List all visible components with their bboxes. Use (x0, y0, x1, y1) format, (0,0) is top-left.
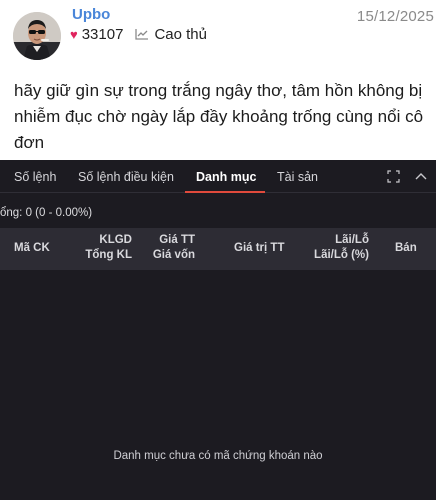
col-ma-ck[interactable]: Mã CK (14, 241, 50, 256)
col-gia-tt: Giá TT (159, 234, 195, 246)
chevron-up-icon[interactable] (414, 169, 428, 183)
col-lai-lo-group[interactable]: Lãi/Lỗ Lãi/Lỗ (%) (300, 233, 369, 263)
likes-count: 33107 (81, 25, 124, 43)
empty-portfolio-message: Danh mục chưa có mã chứng khoán nào (113, 450, 323, 462)
portfolio-panel: Số lệnh Số lệnh điều kiện Danh mục Tài s… (0, 160, 436, 500)
col-tong-kl: Tổng KL (85, 249, 132, 261)
tab-bar: Số lệnh Số lệnh điều kiện Danh mục Tài s… (0, 160, 436, 193)
tab-so-lenh-dieu-kien[interactable]: Số lệnh điều kiện (78, 170, 174, 184)
post-header: Upbo ♥ 33107 Cao thủ 15/12/2025 (0, 0, 447, 72)
user-stats: ♥ 33107 Cao thủ (70, 25, 207, 43)
col-gia-tri-tt[interactable]: Giá trị TT (234, 241, 284, 256)
tab-danh-muc[interactable]: Danh mục (196, 170, 256, 184)
col-klgd: KLGD (99, 234, 132, 246)
tab-tai-san[interactable]: Tài sản (277, 170, 318, 184)
portfolio-total: ổng: 0 (0 - 0.00%) (0, 207, 93, 219)
tab-so-lenh[interactable]: Số lệnh (14, 170, 56, 184)
col-klgd-group[interactable]: KLGD Tổng KL (72, 233, 132, 263)
col-lai-lo: Lãi/Lỗ (335, 234, 369, 246)
col-lai-lo-pct: Lãi/Lỗ (%) (314, 249, 369, 261)
expand-icon[interactable] (386, 169, 400, 183)
heart-icon: ♥ (70, 26, 78, 42)
trend-icon (135, 28, 149, 40)
panel-tools (386, 169, 428, 183)
col-ban[interactable]: Bán (395, 241, 417, 256)
post-text: hãy giữ gìn sự trong trắng ngây thơ, tâm… (14, 81, 424, 152)
col-gia-von: Giá vốn (152, 249, 195, 261)
rank-label: Cao thủ (154, 25, 207, 43)
table-header: Mã CK KLGD Tổng KL Giá TT Giá vốn Giá tr… (0, 228, 436, 270)
avatar[interactable] (13, 12, 61, 60)
username[interactable]: Upbo (72, 6, 110, 23)
active-tab-indicator (185, 191, 265, 193)
post-date: 15/12/2025 (356, 8, 434, 25)
col-gia-group[interactable]: Giá TT Giá vốn (140, 233, 195, 263)
